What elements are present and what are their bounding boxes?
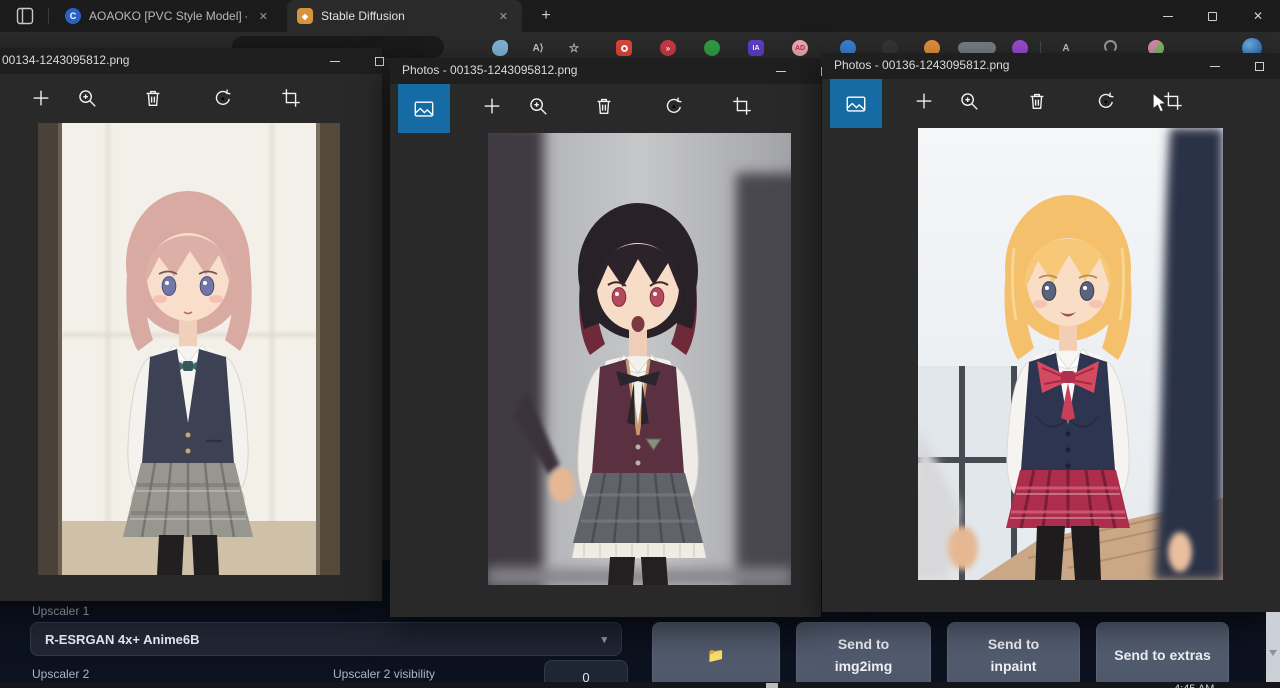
read-aloud-icon[interactable]: A⟩ <box>530 40 546 56</box>
see-all-photos-button[interactable] <box>398 84 450 133</box>
see-all-photos-button[interactable] <box>830 79 882 128</box>
extension-icon[interactable] <box>616 40 632 56</box>
photo-00134[interactable] <box>38 123 340 575</box>
taskbar[interactable]: 4:45 AM <box>0 682 1280 688</box>
scroll-down-icon <box>1269 650 1277 656</box>
upscaler1-label: Upscaler 1 <box>32 604 89 618</box>
window-title: Photos - 00136-1243095812.png <box>834 58 1009 72</box>
add-button[interactable] <box>19 76 63 120</box>
zoom-button[interactable] <box>65 76 109 120</box>
window-titlebar[interactable]: Photos - 00136-1243095812.png <box>822 53 1280 79</box>
zoom-button[interactable] <box>947 79 991 123</box>
extension-icon[interactable] <box>704 40 720 56</box>
photo-00135[interactable] <box>488 133 791 585</box>
photos-window-00136: Photos - 00136-1243095812.png <box>822 53 1280 612</box>
mouse-cursor <box>1152 92 1169 114</box>
minimize-button[interactable] <box>758 58 803 84</box>
tab-close-icon[interactable]: ✕ <box>255 8 272 25</box>
page-scrollbar[interactable] <box>1266 612 1280 682</box>
chevron-down-icon: ▾ <box>601 633 607 646</box>
extension-icon[interactable]: AD <box>792 40 808 56</box>
delete-button[interactable] <box>131 76 175 120</box>
browser-tab-stable-diffusion[interactable]: ◆ Stable Diffusion ✕ <box>287 0 522 32</box>
civitai-favicon: C <box>65 8 81 24</box>
upscaler1-value: R-ESRGAN 4x+ Anime6B <box>45 632 199 647</box>
window-titlebar[interactable]: 00134-1243095812.png <box>0 48 382 74</box>
rotate-button[interactable] <box>201 76 245 120</box>
photos-icon <box>413 98 435 120</box>
taskbar-clock: 4:45 AM <box>1174 683 1214 688</box>
browser-minimize-button[interactable] <box>1146 0 1190 32</box>
tab-title: AOAOKO [PVC Style Model] - PV <box>89 9 247 23</box>
browser-tab-civitai[interactable]: C AOAOKO [PVC Style Model] - PV ✕ <box>55 0 282 32</box>
send-to-img2img-button[interactable]: Send to img2img <box>796 622 931 688</box>
window-title: Photos - 00135-1243095812.png <box>402 63 577 77</box>
tray-chevron-icon[interactable] <box>766 683 778 688</box>
send-to-extras-button[interactable]: Send to extras <box>1096 622 1229 688</box>
rotate-button[interactable] <box>1084 79 1128 123</box>
tab-close-icon[interactable]: ✕ <box>495 8 512 25</box>
new-tab-button[interactable]: + <box>530 0 562 32</box>
browser-restore-button[interactable] <box>1190 0 1234 32</box>
delete-button[interactable] <box>1015 79 1059 123</box>
favorites-star-icon[interactable]: ☆ <box>566 40 582 56</box>
upscaler1-dropdown[interactable]: R-ESRGAN 4x+ Anime6B ▾ <box>30 622 622 656</box>
extension-icon[interactable] <box>492 40 508 56</box>
add-button[interactable] <box>902 79 946 123</box>
minimize-button[interactable] <box>1192 53 1237 79</box>
photos-window-00134: 00134-1243095812.png <box>0 48 382 601</box>
tab-actions-icon[interactable] <box>16 7 34 30</box>
browser-close-button[interactable]: ✕ <box>1236 0 1280 32</box>
upscaler2-label: Upscaler 2 <box>32 667 89 681</box>
minimize-button[interactable] <box>312 48 357 74</box>
refresh-arc-icon[interactable] <box>1104 40 1117 53</box>
crop-button[interactable] <box>720 84 764 128</box>
upscaler2-visibility-label: Upscaler 2 visibility <box>333 667 435 681</box>
extension-icon[interactable]: » <box>660 40 676 56</box>
photos-icon <box>845 93 867 115</box>
window-titlebar[interactable]: Photos - 00135-1243095812.png <box>390 58 821 84</box>
crop-button[interactable] <box>269 76 313 120</box>
zoom-button[interactable] <box>516 84 560 128</box>
maximize-button[interactable] <box>1237 53 1280 79</box>
open-folder-button[interactable]: 📁 <box>652 622 780 688</box>
extension-icon[interactable]: IA <box>748 40 764 56</box>
send-to-inpaint-button[interactable]: Send to inpaint <box>947 622 1080 688</box>
folder-icon: 📁 <box>707 644 724 666</box>
stable-diffusion-favicon: ◆ <box>297 8 313 24</box>
delete-button[interactable] <box>582 84 626 128</box>
photos-window-00135: Photos - 00135-1243095812.png <box>390 58 821 617</box>
tab-separator <box>48 8 49 24</box>
window-title: 00134-1243095812.png <box>2 53 129 67</box>
rotate-button[interactable] <box>652 84 696 128</box>
tab-title: Stable Diffusion <box>321 9 405 23</box>
add-button[interactable] <box>470 84 514 128</box>
photo-00136[interactable] <box>918 128 1223 580</box>
browser-tab-strip: C AOAOKO [PVC Style Model] - PV ✕ ◆ Stab… <box>0 0 1280 32</box>
desktop: C AOAOKO [PVC Style Model] - PV ✕ ◆ Stab… <box>0 0 1280 688</box>
